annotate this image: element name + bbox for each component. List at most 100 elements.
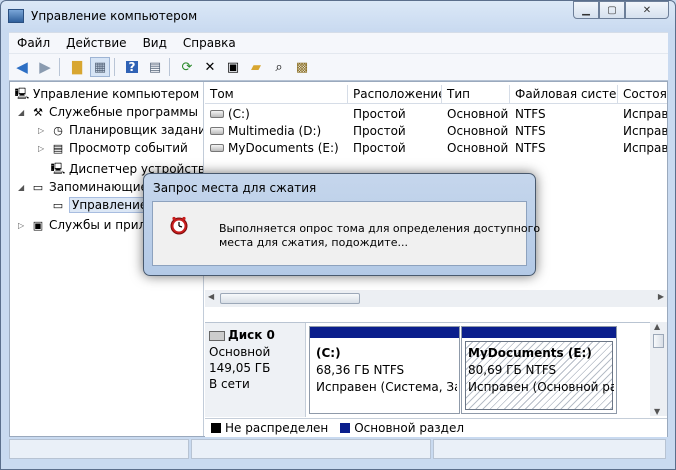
tree-root[interactable]: 🖳 Управление компьютером (л: [12, 85, 203, 103]
minimize-button[interactable]: ▁: [573, 1, 599, 19]
collapse-icon[interactable]: ◢: [18, 183, 28, 192]
partition-size: 68,36 ГБ NTFS: [316, 363, 405, 377]
volume-filesystem-cell: NTFS: [515, 106, 546, 121]
partition-bar: [310, 327, 459, 338]
computer-icon: 🖳: [14, 86, 30, 100]
expand-icon[interactable]: ▷: [38, 126, 48, 135]
disk-map: Диск 0 Основной 149,05 ГБ В сети (C:) 68…: [205, 322, 667, 417]
volume-name: MyDocuments (E:): [228, 140, 339, 155]
tree-task-scheduler[interactable]: ▷ ◷ Планировщик заданий: [38, 121, 204, 139]
wait-clock-icon: [170, 216, 188, 235]
scrollbar-thumb[interactable]: [220, 293, 360, 304]
volume-filesystem-cell: NTFS: [515, 123, 546, 138]
tree-services-label: Службы и прило: [49, 218, 154, 232]
disk-size: 149,05 ГБ: [209, 361, 271, 375]
volume-type-cell: Основной: [447, 123, 509, 138]
scroll-right-icon[interactable]: ▶: [658, 292, 664, 301]
partition-name: MyDocuments (E:): [468, 346, 592, 360]
storage-icon: ▭: [32, 180, 44, 194]
menu-file[interactable]: Файл: [9, 36, 58, 50]
volume-list-header: Том Расположение Тип Файловая систе... С…: [205, 85, 667, 104]
column-header-filesystem[interactable]: Файловая систе...: [510, 85, 618, 103]
refresh-icon: ⟳: [181, 59, 193, 75]
forward-arrow-icon: ▶: [39, 57, 51, 76]
app-icon: [8, 9, 24, 23]
menu-bar: Файл Действие Вид Справка: [9, 32, 668, 53]
forward-button[interactable]: ▶: [35, 57, 55, 77]
refresh-button[interactable]: ⟳: [177, 57, 197, 77]
volume-type-cell: Основной: [447, 106, 509, 121]
tree-storage[interactable]: ◢ ▭ Запоминающие: [18, 178, 148, 196]
menu-view[interactable]: Вид: [135, 36, 175, 50]
export-icon: ▩: [295, 59, 309, 75]
tree-system-tools[interactable]: ◢ ⚒ Служебные программы: [18, 103, 198, 121]
search-button[interactable]: ⌕: [269, 57, 289, 77]
partition-size: 80,69 ГБ NTFS: [468, 363, 557, 377]
console-icon: ▤: [148, 59, 162, 75]
volume-name: Multimedia (D:): [228, 123, 322, 138]
menu-help[interactable]: Справка: [175, 36, 244, 50]
disk-label[interactable]: Диск 0 Основной 149,05 ГБ В сети: [205, 323, 306, 417]
up-folder-button[interactable]: ▇: [67, 57, 87, 77]
delete-icon: ✕: [204, 59, 216, 75]
dialog-message: Выполняется опрос тома для определения д…: [219, 222, 540, 250]
tree-task-scheduler-label: Планировщик заданий: [69, 123, 204, 137]
caption-buttons: ▁ ▢ ✕: [573, 1, 669, 21]
scroll-down-icon[interactable]: ▼: [654, 407, 660, 416]
legend-primary-label: Основной раздел: [354, 421, 465, 435]
partition-e[interactable]: MyDocuments (E:) 80,69 ГБ NTFS Исправен …: [461, 326, 617, 414]
column-header-volume[interactable]: Том: [205, 85, 348, 103]
back-arrow-icon: ◀: [16, 57, 28, 76]
menu-action[interactable]: Действие: [58, 36, 134, 50]
drive-icon: [210, 143, 224, 152]
column-header-layout[interactable]: Расположение: [348, 85, 442, 103]
close-button[interactable]: ✕: [625, 1, 669, 19]
tree-event-viewer[interactable]: ▷ ▤ Просмотр событий: [38, 139, 188, 157]
legend-unallocated-label: Не распределен: [225, 421, 329, 435]
column-header-type[interactable]: Тип: [442, 85, 510, 103]
volume-status-cell: Исправ: [623, 123, 667, 138]
tree-event-viewer-label: Просмотр событий: [69, 141, 188, 155]
tree-system-tools-label: Служебные программы: [49, 105, 198, 119]
device-manager-icon: 🖳: [50, 161, 66, 175]
scroll-left-icon[interactable]: ◀: [208, 292, 214, 301]
partition-c[interactable]: (C:) 68,36 ГБ NTFS Исправен (Система, За…: [309, 326, 460, 414]
toolbar-separator: [59, 58, 60, 76]
volume-row[interactable]: (C:) Простой Основной NTFS Исправ: [205, 105, 667, 122]
open-folder-button[interactable]: ▰: [246, 57, 266, 77]
tree-services[interactable]: ▷ ▣ Службы и прило: [18, 216, 154, 234]
maximize-button[interactable]: ▢: [599, 1, 625, 19]
volume-name-cell: (C:): [205, 105, 348, 122]
show-hide-tree-button[interactable]: ▦: [90, 57, 110, 77]
partition-name: (C:): [316, 346, 341, 360]
search-icon: ⌕: [275, 59, 283, 75]
title-bar[interactable]: Управление компьютером ▁ ▢ ✕: [1, 1, 675, 31]
collapse-icon[interactable]: ◢: [18, 108, 28, 117]
volume-row[interactable]: MyDocuments (E:) Простой Основной NTFS И…: [205, 139, 667, 156]
delete-button[interactable]: ✕: [200, 57, 220, 77]
expand-icon[interactable]: ▷: [38, 144, 48, 153]
back-button[interactable]: ◀: [12, 57, 32, 77]
console-button[interactable]: ▤: [145, 57, 165, 77]
tree-storage-label: Запоминающие: [49, 180, 148, 194]
help-button[interactable]: ?: [122, 57, 142, 77]
expand-icon[interactable]: ▷: [18, 221, 28, 230]
toolbar: ◀ ▶ ▇ ▦ ? ▤ ⟳ ✕ ▣ ▰ ⌕ ▩: [9, 53, 668, 81]
services-icon: ▣: [32, 218, 44, 232]
status-pane: [9, 439, 189, 459]
show-hide-tree-icon: ▦: [93, 59, 107, 75]
minimize-icon: ▁: [582, 4, 590, 16]
horizontal-scrollbar[interactable]: ◀ ▶: [205, 290, 667, 307]
tools-icon: ⚒: [33, 105, 43, 119]
vertical-scrollbar[interactable]: ▲ ▼: [650, 322, 667, 416]
properties-icon: ▣: [226, 59, 240, 75]
scroll-up-icon[interactable]: ▲: [654, 322, 660, 331]
column-header-status[interactable]: Состоя: [618, 85, 667, 103]
export-button[interactable]: ▩: [292, 57, 312, 77]
properties-button[interactable]: ▣: [223, 57, 243, 77]
dialog-title: Запрос места для сжатия: [153, 181, 317, 195]
help-icon: ?: [125, 61, 139, 73]
disk-name: Диск 0: [209, 328, 275, 342]
volume-row[interactable]: Multimedia (D:) Простой Основной NTFS Ис…: [205, 122, 667, 139]
scrollbar-thumb[interactable]: [653, 334, 664, 348]
